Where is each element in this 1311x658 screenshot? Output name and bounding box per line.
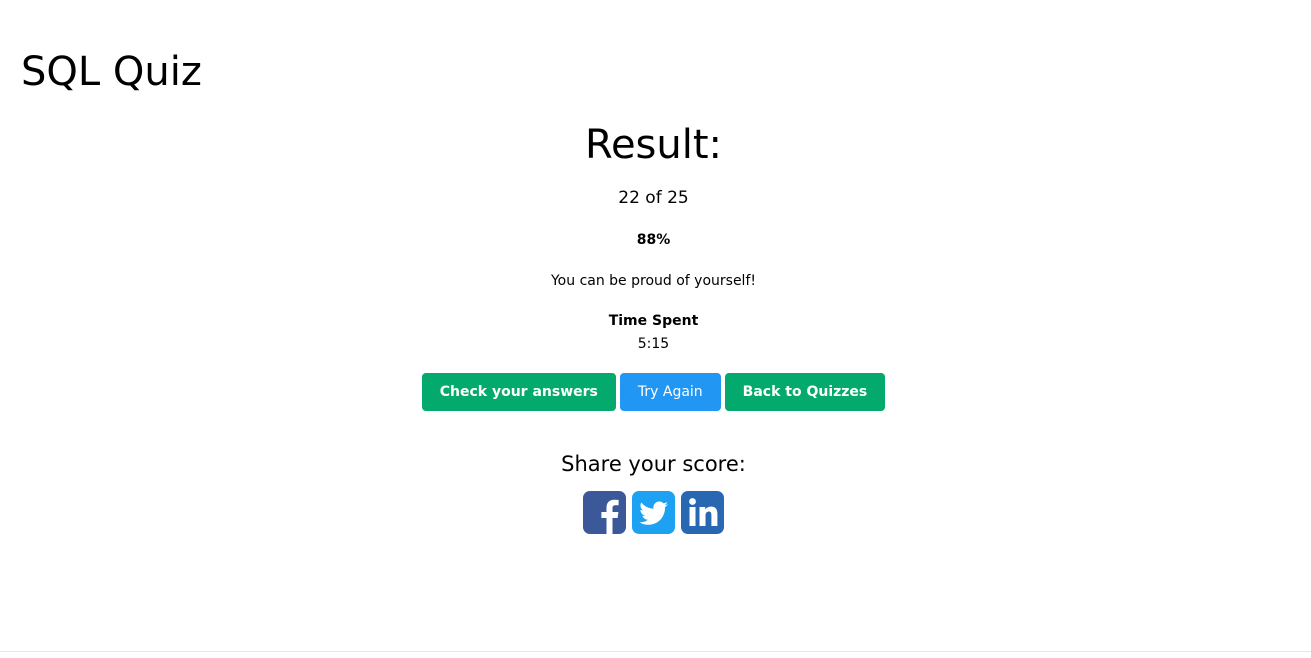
linkedin-icon[interactable] <box>681 491 724 534</box>
share-icons <box>0 491 1307 534</box>
quiz-result-page: SQL Quiz Result: 22 of 25 88% You can be… <box>0 0 1311 658</box>
twitter-icon[interactable] <box>632 491 675 534</box>
footer-divider <box>0 651 1311 652</box>
check-answers-button[interactable]: Check your answers <box>421 373 616 411</box>
try-again-button[interactable]: Try Again <box>619 373 721 411</box>
share-label: Share your score: <box>561 452 746 476</box>
facebook-icon[interactable] <box>583 491 626 534</box>
time-spent-value: 5:15 <box>637 336 670 352</box>
score-percent: 88% <box>636 232 671 248</box>
result-actions: Check your answers Try Again Back to Qui… <box>0 373 1307 411</box>
back-to-quizzes-button[interactable]: Back to Quizzes <box>724 373 886 411</box>
score-text: 22 of 25 <box>618 188 689 208</box>
result-heading: Result: <box>584 122 723 168</box>
time-spent-label: Time Spent <box>608 313 699 329</box>
page-title: SQL Quiz <box>21 49 202 95</box>
result-message: You can be proud of yourself! <box>550 273 756 289</box>
result-panel: Result: 22 of 25 88% You can be proud of… <box>0 118 1307 534</box>
